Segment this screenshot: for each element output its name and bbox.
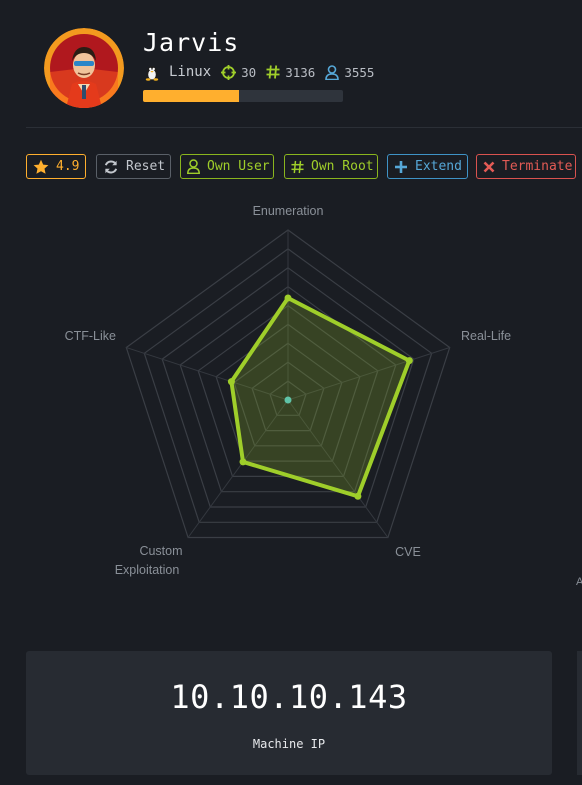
- axis-label-custom-exploitation-line2: Exploitation: [115, 563, 180, 577]
- axis-label-enumeration: Enumeration: [253, 204, 324, 218]
- crosshair-icon: [221, 64, 237, 80]
- machine-progress-fill: [143, 90, 239, 102]
- own-user-button[interactable]: Own User: [180, 154, 274, 179]
- terminate-label: Terminate: [502, 159, 573, 174]
- adjacent-card-edge: [577, 651, 582, 775]
- axis-label-real-life: Real-Life: [461, 329, 511, 343]
- reset-button[interactable]: Reset: [96, 154, 171, 179]
- machine-ip-card: 10.10.10.143 Machine IP: [26, 651, 552, 775]
- machine-name: Jarvis: [143, 28, 240, 57]
- extend-label: Extend: [415, 159, 462, 174]
- root-owns-count: 3555: [344, 64, 375, 80]
- hash-icon: [266, 65, 280, 79]
- machine-meta: Linux 30 3136 3555: [143, 62, 384, 82]
- plus-icon: [394, 160, 415, 174]
- user-owns-count: 3136: [285, 64, 316, 80]
- radar-point-custom-exploitation: [239, 458, 247, 466]
- points-count: 30: [241, 64, 257, 80]
- axis-label-custom-exploitation-line1: Custom: [139, 544, 182, 558]
- radar-point-cve: [354, 492, 362, 500]
- extend-button[interactable]: Extend: [387, 154, 468, 179]
- rating-value: 4.9: [56, 159, 80, 174]
- own-user-label: Own User: [207, 159, 270, 174]
- radar-center-dot: [284, 396, 292, 404]
- os-label: Linux: [169, 64, 212, 80]
- axis-label-ctf-like: CTF-Like: [65, 329, 116, 343]
- radar-point-ctf-like: [227, 378, 235, 386]
- axis-label-cve: CVE: [395, 545, 421, 559]
- skills-radar: Enumeration Real-Life CVE Custom Exploit…: [0, 195, 582, 595]
- own-root-button[interactable]: Own Root: [284, 154, 378, 179]
- rating-button[interactable]: 4.9: [26, 154, 86, 179]
- reset-label: Reset: [126, 159, 166, 174]
- hash-icon: [291, 160, 311, 174]
- own-root-label: Own Root: [311, 159, 374, 174]
- machine-header: Jarvis Linux 30 3136 3555: [0, 0, 582, 128]
- machine-ip-value[interactable]: 10.10.10.143: [26, 678, 552, 716]
- radar-point-real-life: [405, 357, 413, 365]
- machine-progress-bar: [143, 90, 343, 102]
- radar-point-enumeration: [284, 294, 292, 302]
- star-icon: [33, 159, 56, 175]
- divider: [26, 127, 582, 128]
- terminate-button[interactable]: Terminate: [476, 154, 576, 179]
- machine-ip-label: Machine IP: [252, 737, 326, 751]
- avatar: [44, 28, 124, 108]
- close-icon: [483, 161, 502, 173]
- linux-tux-icon: [143, 63, 161, 81]
- user-icon: [187, 159, 207, 174]
- user-icon: [325, 64, 340, 80]
- refresh-icon: [103, 159, 126, 175]
- clipped-glyph: A: [576, 576, 582, 588]
